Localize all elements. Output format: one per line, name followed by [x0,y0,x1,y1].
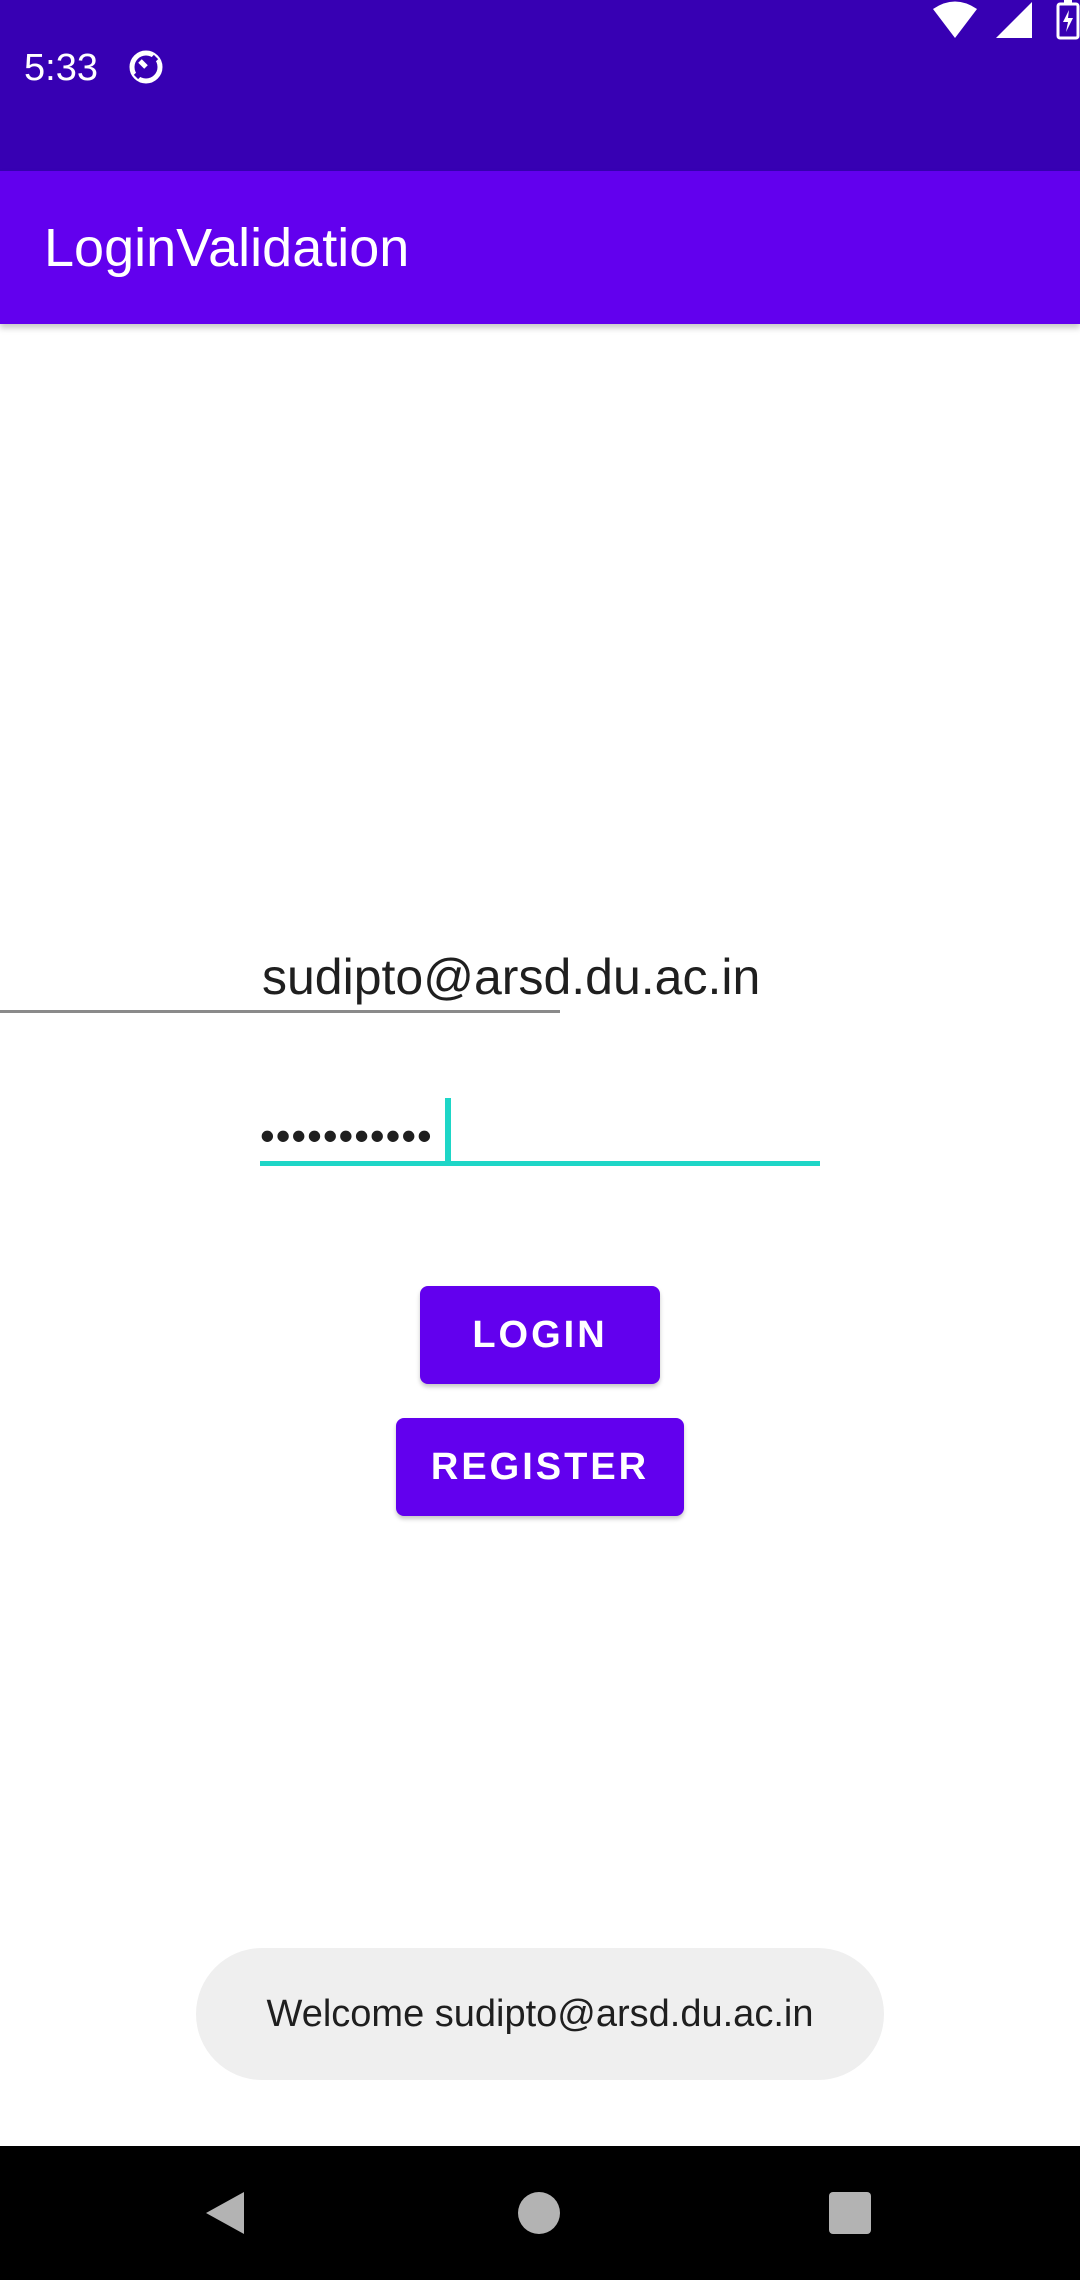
home-icon[interactable] [518,2192,560,2234]
battery-charging-icon [1056,0,1080,40]
app-title: LoginValidation [44,218,410,278]
signal-icon [996,2,1032,38]
login-button[interactable]: LOGIN [420,1286,660,1384]
text-cursor [445,1098,451,1165]
password-input-value: ••••••••••• [260,1112,433,1159]
password-underline [260,1161,820,1166]
register-button[interactable]: REGISTER [396,1418,684,1516]
status-bar: 5:33 [0,0,1080,171]
navigation-bar [0,2146,1080,2280]
status-time: 5:33 [24,47,98,89]
email-input-value: sudipto@arsd.du.ac.in [262,949,761,1005]
sync-icon [129,50,163,84]
recents-icon[interactable] [829,2192,871,2234]
password-field[interactable]: ••••••••••• [260,1086,820,1196]
back-icon[interactable] [204,2190,246,2236]
wifi-icon [933,1,977,38]
app-bar: LoginValidation [0,171,1080,324]
main-content: sudipto@arsd.du.ac.in ••••••••••• LOGIN … [0,324,1080,2146]
email-underline [0,1010,560,1013]
welcome-toast: Welcome sudipto@arsd.du.ac.in [196,1948,884,2080]
email-field[interactable]: sudipto@arsd.du.ac.in [260,936,820,1036]
